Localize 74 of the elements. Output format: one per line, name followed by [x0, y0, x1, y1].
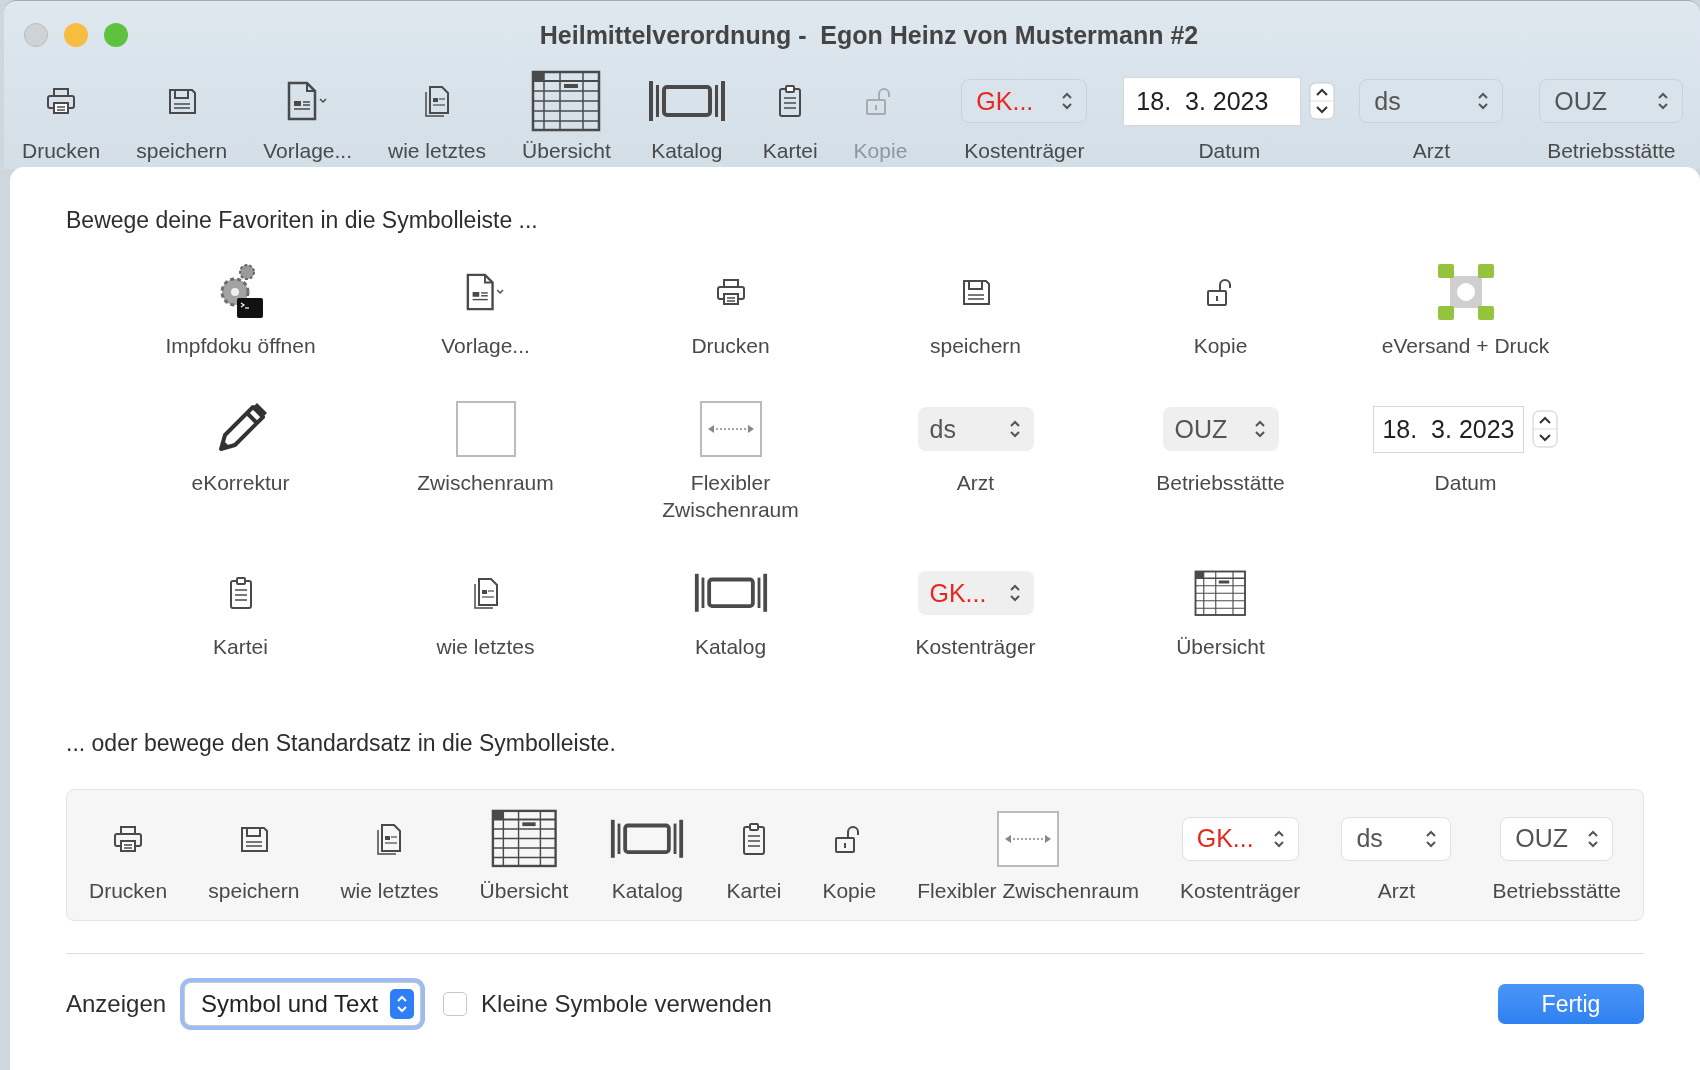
item-label: Arzt [1377, 877, 1416, 904]
popup-button[interactable]: OUZ [1539, 79, 1684, 123]
chevron-icon [1007, 418, 1022, 440]
toolbar-label: Übersicht [522, 139, 611, 163]
checkbox[interactable] [443, 992, 468, 1016]
item-label: Zwischenraum [417, 470, 554, 496]
item-label: wie letztes [340, 877, 439, 904]
popup-button[interactable]: OUZ [1500, 816, 1614, 861]
item-label: Flexibler Zwischenraum [661, 470, 800, 523]
printer-icon[interactable] [45, 85, 78, 117]
toolbar-label: Kopie [853, 139, 908, 163]
show-label: Anzeigen [66, 990, 167, 1018]
popup-button[interactable]: ds [1341, 816, 1452, 861]
item-label: Katalog [611, 877, 683, 904]
item-label: Betriebsstätte [1492, 877, 1621, 904]
toolbar-label: Kartei [762, 139, 818, 163]
toolbar-label: Betriebsstätte [1547, 139, 1676, 163]
toolbar-label: wie letztes [388, 139, 487, 163]
popup-button[interactable]: ds [1359, 79, 1504, 123]
table-grid-icon[interactable] [1194, 569, 1247, 617]
toolbar-label: Drucken [22, 139, 101, 163]
item-label: eVersand + Druck [1381, 333, 1550, 359]
toolbar-label: Kostenträger [964, 139, 1085, 163]
item-label: Drucken [89, 877, 168, 904]
stepper-button[interactable] [1531, 410, 1558, 448]
item-label: speichern [208, 877, 300, 904]
item-label: Kopie [1193, 333, 1248, 359]
item-label: wie letztes [436, 634, 535, 660]
item-label: Datum [1434, 470, 1497, 496]
toolbar-label: Vorlage... [263, 139, 352, 163]
date-field[interactable]: 18. 3. 2023 [1373, 405, 1524, 453]
checkbox-label: Kleine Symbole verwenden [481, 990, 772, 1018]
item-label: eKorrektur [191, 470, 290, 496]
default-set-panel[interactable]: Drucken speichern wie letztes Übersicht Katalog Kartei Kopie Flexibler Zwischenraum GK... Kostenträger ds Arzt OUZ Betriebsstätte [66, 789, 1644, 921]
section-heading: Bewege deine Favoriten in die Symbolleiste ... [66, 206, 539, 234]
item-label: Kostenträger [915, 634, 1036, 660]
popup-button[interactable]: GK... [1181, 816, 1299, 861]
item-label: Übersicht [479, 877, 569, 904]
item-label: Katalog [694, 634, 767, 660]
item-label: Drucken [691, 333, 770, 359]
popup-button[interactable]: ds [917, 407, 1034, 451]
chevron-icon [1007, 582, 1022, 604]
item-label: speichern [929, 333, 1022, 359]
item-label: Flexibler Zwischenraum [917, 877, 1139, 904]
popup-button[interactable]: GK... [917, 571, 1034, 615]
item-label: Arzt [956, 470, 995, 496]
stepper-button[interactable] [1309, 82, 1336, 120]
chevron-icon [1656, 90, 1671, 112]
document-caret-icon[interactable] [285, 81, 330, 121]
printer-icon[interactable] [714, 276, 747, 308]
chevron-icon [1252, 418, 1267, 440]
item-label: Betriebsstätte [1156, 470, 1285, 496]
toolbar-label: Arzt [1412, 139, 1450, 163]
window-title: Heilmittelverordnung - Egon Heinz von Mustermann #2 [538, 20, 1200, 50]
item-label: Impfdoku öffnen [165, 333, 316, 359]
chevron-icon [1476, 90, 1491, 112]
table-grid-icon[interactable] [490, 809, 558, 868]
item-label: Übersicht [1176, 634, 1265, 660]
item-label: Kostenträger [1180, 877, 1301, 904]
toolbar-label: speichern [136, 139, 228, 163]
item-label: Kartei [726, 877, 782, 904]
item-label: Kartei [213, 634, 268, 660]
toolbar-label: Katalog [651, 139, 723, 163]
item-label: Kopie [822, 877, 877, 904]
chevron-icon [390, 989, 415, 1019]
section-heading: ... oder bewege den Standardsatz in die Symbolleiste. [66, 729, 617, 757]
popup-button[interactable]: OUZ [1162, 407, 1279, 451]
done-button[interactable]: Fertig [1498, 984, 1644, 1024]
chevron-icon [1060, 90, 1075, 112]
table-grid-icon[interactable] [531, 70, 602, 132]
item-label: Vorlage... [441, 333, 530, 359]
popup-button[interactable]: GK... [961, 79, 1088, 123]
date-field[interactable]: 18. 3. 2023 [1123, 76, 1302, 126]
toolbar-label: Datum [1198, 139, 1261, 163]
